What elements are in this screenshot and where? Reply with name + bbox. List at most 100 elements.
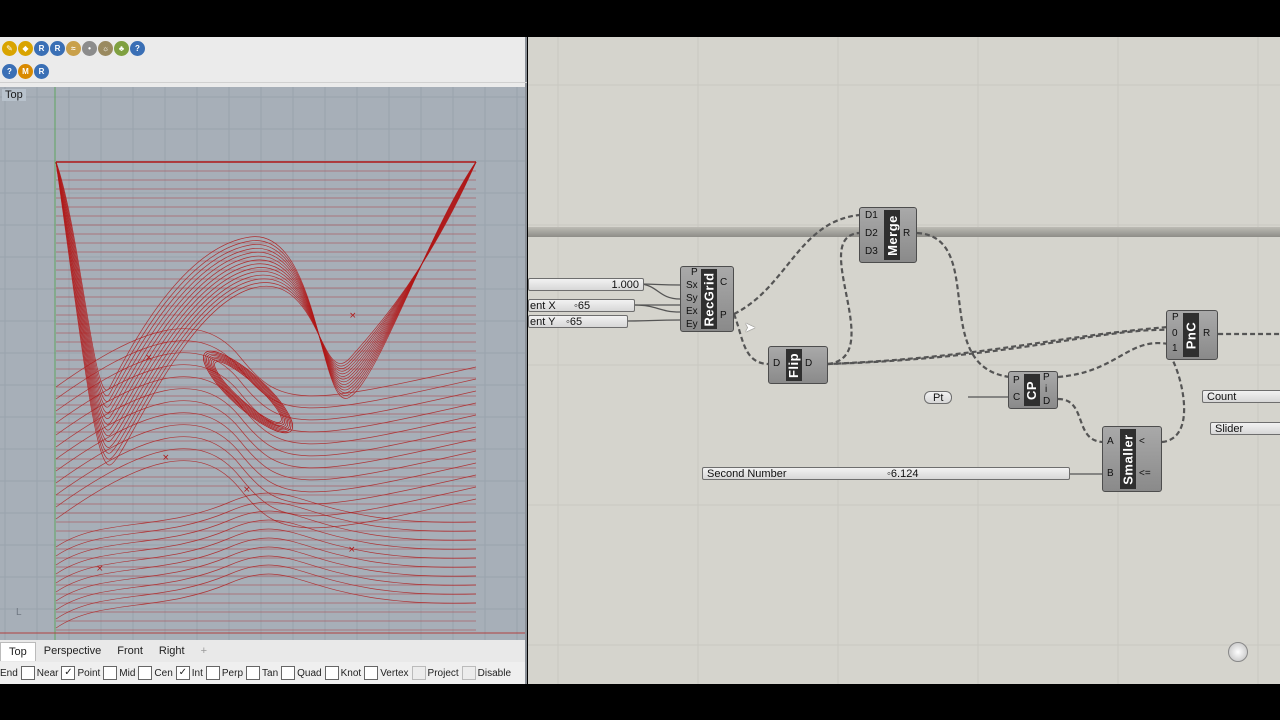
port-r[interactable]: R: [903, 228, 910, 239]
port-c[interactable]: C: [720, 277, 727, 288]
osnap-checkbox[interactable]: [281, 666, 296, 680]
osnap-label: Cen: [154, 667, 173, 679]
osnap-tan[interactable]: Tan: [246, 666, 278, 680]
osnap-int[interactable]: ✓ Int: [175, 666, 203, 680]
toolbar-row-2: ? M R: [0, 60, 527, 83]
port-d[interactable]: D: [1043, 396, 1050, 407]
port-d1[interactable]: D1: [865, 210, 878, 221]
pencil-icon[interactable]: ✎: [2, 40, 17, 56]
flip-component[interactable]: D Flip D: [768, 346, 828, 384]
osnap-perp[interactable]: Perp: [205, 666, 243, 680]
osnap-checkbox[interactable]: [138, 666, 153, 680]
viewport-canvas[interactable]: × × × × × ×: [0, 87, 525, 640]
osnap-point[interactable]: ✓ Point: [61, 666, 100, 680]
port-d-out[interactable]: D: [805, 358, 812, 369]
slider-param[interactable]: Slider: [1210, 422, 1280, 435]
osnap-checkbox[interactable]: [205, 666, 220, 680]
viewport-label[interactable]: Top: [2, 89, 26, 101]
add-tab-button[interactable]: +: [193, 645, 215, 657]
extent-y-slider[interactable]: ent Y ◦ 65: [528, 315, 628, 328]
grasshopper-canvas[interactable]: 1.000 ent X ◦ 65 ent Y ◦ 65 Second Number …: [528, 37, 1280, 684]
slider-label: Second Number: [707, 467, 787, 480]
port-d[interactable]: D: [773, 358, 780, 369]
material-icon[interactable]: M: [18, 63, 33, 79]
render-icon[interactable]: R: [34, 40, 49, 56]
wire: [1057, 397, 1105, 444]
osnap-checkbox[interactable]: [246, 666, 261, 680]
deformed-curve: [55, 460, 477, 529]
count-param[interactable]: Count: [1202, 390, 1280, 403]
field-curve: [55, 161, 477, 442]
osnap-checkbox[interactable]: ✓: [175, 666, 190, 680]
port-sx[interactable]: Sx: [686, 280, 698, 291]
port-p-out[interactable]: P: [720, 310, 727, 321]
osnap-checkbox[interactable]: [461, 666, 476, 680]
port-lt[interactable]: <: [1139, 436, 1145, 447]
port-le[interactable]: <=: [1139, 468, 1151, 479]
osnap-checkbox[interactable]: [411, 666, 426, 680]
tab-top[interactable]: Top: [0, 641, 36, 661]
port-c[interactable]: C: [1013, 392, 1020, 403]
osnap-project[interactable]: Project: [411, 666, 459, 680]
attractor-point: ×: [162, 453, 170, 463]
field-curve: [55, 161, 477, 414]
help-icon[interactable]: ?: [2, 63, 17, 79]
osnap-end[interactable]: End: [0, 668, 18, 679]
osnap-checkbox[interactable]: [324, 666, 339, 680]
osnap-quad[interactable]: Quad: [281, 666, 322, 680]
render-icon[interactable]: R: [34, 63, 49, 79]
top-viewport[interactable]: × × × × × × Top L: [0, 87, 525, 640]
port-d3[interactable]: D3: [865, 246, 878, 257]
osnap-checkbox[interactable]: [364, 666, 379, 680]
raytrace-icon[interactable]: R: [50, 40, 65, 56]
port-p-out[interactable]: P: [1043, 372, 1050, 383]
osnap-checkbox[interactable]: [103, 666, 118, 680]
port-ex[interactable]: Ex: [686, 306, 698, 317]
size-slider[interactable]: 1.000: [528, 278, 644, 291]
recgrid-component[interactable]: P Sx Sy Ex Ey RecGrid C P: [680, 266, 734, 332]
port-d2[interactable]: D2: [865, 228, 878, 239]
port-p[interactable]: P: [1013, 375, 1020, 386]
tab-right[interactable]: Right: [151, 642, 193, 660]
field-curve: [55, 161, 477, 419]
help-icon[interactable]: ?: [130, 40, 145, 56]
smaller-component[interactable]: A B Smaller < <=: [1102, 426, 1162, 492]
tab-perspective[interactable]: Perspective: [36, 642, 109, 660]
port-ey[interactable]: Ey: [686, 319, 698, 330]
tab-front[interactable]: Front: [109, 642, 151, 660]
osnap-near[interactable]: Near: [20, 666, 58, 680]
sun-icon[interactable]: ☼: [98, 40, 113, 56]
component-name: Merge: [884, 210, 900, 260]
plant-icon[interactable]: ♣: [114, 40, 129, 56]
brush-icon[interactable]: ≈: [66, 40, 81, 56]
tag-icon[interactable]: ◆: [18, 40, 33, 56]
port-p[interactable]: P: [1172, 312, 1179, 323]
port-i[interactable]: i: [1045, 384, 1047, 395]
port-1[interactable]: 1: [1172, 343, 1178, 354]
slider-value: 65: [577, 299, 591, 312]
component-name: PnC: [1183, 313, 1199, 357]
pt-param[interactable]: Pt: [924, 391, 953, 404]
second-number-slider[interactable]: Second Number ◦ 6.124: [702, 467, 1070, 480]
deformed-curve: [55, 352, 477, 421]
bulb-icon[interactable]: •: [82, 40, 97, 56]
extent-x-slider[interactable]: ent X ◦ 65: [528, 299, 635, 312]
osnap-disable[interactable]: Disable: [461, 666, 511, 680]
canvas-widget-icon[interactable]: [1228, 642, 1248, 662]
port-b[interactable]: B: [1107, 468, 1114, 479]
param-label: Count: [1207, 390, 1237, 403]
port-a[interactable]: A: [1107, 436, 1114, 447]
osnap-knot[interactable]: Knot: [324, 666, 361, 680]
port-r[interactable]: R: [1203, 328, 1210, 339]
cp-component[interactable]: P C CP P i D: [1008, 371, 1058, 409]
port-0[interactable]: 0: [1172, 328, 1178, 339]
port-p[interactable]: P: [691, 267, 698, 278]
osnap-checkbox[interactable]: [20, 666, 35, 680]
osnap-cen[interactable]: Cen: [138, 666, 173, 680]
port-sy[interactable]: Sy: [686, 293, 698, 304]
osnap-vertex[interactable]: Vertex: [364, 666, 409, 680]
merge-component[interactable]: D1 D2 D3 Merge R: [859, 207, 917, 263]
osnap-checkbox[interactable]: ✓: [61, 666, 76, 680]
pnc-component[interactable]: P 0 1 PnC R: [1166, 310, 1218, 360]
osnap-mid[interactable]: Mid: [103, 666, 135, 680]
